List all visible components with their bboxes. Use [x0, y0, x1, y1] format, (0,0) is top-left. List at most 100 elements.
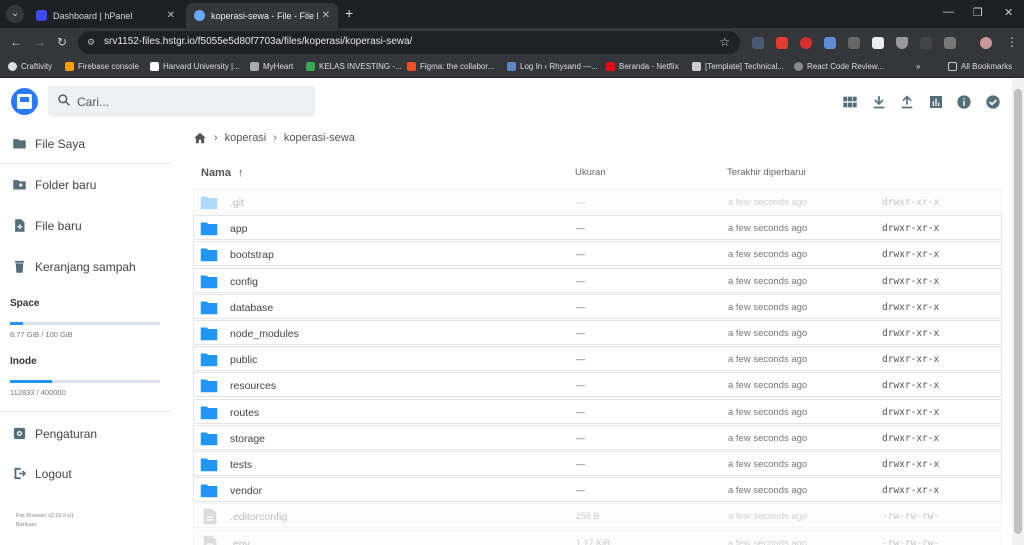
home-icon[interactable] — [193, 131, 207, 145]
forward-button[interactable]: → — [34, 35, 46, 49]
folder-icon — [200, 221, 218, 241]
shield-icon[interactable] — [896, 37, 908, 49]
grid-view-icon[interactable] — [842, 94, 858, 110]
file-name: bootstrap — [230, 249, 274, 262]
sidebar-divider — [0, 411, 172, 412]
site-info-icon[interactable]: ⚙ — [87, 37, 97, 47]
page-scrollbar[interactable] — [1012, 79, 1024, 545]
bookmark-item[interactable]: Log In ‹ Rhysand —... — [507, 62, 598, 71]
close-icon[interactable]: ✕ — [322, 10, 330, 21]
file-row[interactable]: resources — a few seconds ago drwxr-xr-x — [193, 372, 1002, 398]
file-row[interactable]: storage — a few seconds ago drwxr-xr-x — [193, 424, 1002, 450]
menu-kebab-icon[interactable]: ⋮ — [1006, 35, 1018, 49]
file-modified: a few seconds ago — [728, 380, 808, 392]
folder-icon — [200, 352, 218, 372]
bookmark-star-icon[interactable]: ☆ — [719, 35, 730, 49]
sidebar-item-new-file[interactable]: File baru — [12, 218, 82, 233]
sidebar-item-logout[interactable]: Logout — [12, 466, 72, 481]
bookmark-item[interactable]: Figma: the collabor... — [407, 62, 494, 71]
reload-button[interactable]: ↻ — [57, 35, 67, 49]
close-window-button[interactable]: ✕ — [1004, 6, 1013, 19]
breadcrumb-item[interactable]: koperasi — [225, 132, 267, 144]
file-size: — — [576, 301, 585, 312]
address-bar[interactable]: ⚙ srv1152-files.hstgr.io/f5055e5d80f7703… — [78, 31, 740, 54]
bookmark-item[interactable]: MyHeart — [250, 62, 293, 71]
logout-icon — [14, 467, 27, 480]
bookmark-item[interactable]: React Code Review... — [794, 62, 884, 71]
file-size: 258 B — [576, 511, 600, 522]
file-browser-logo-icon[interactable] — [11, 88, 38, 115]
bookmark-item[interactable]: Harvard University |... — [150, 62, 240, 71]
file-permissions: drwxr-xr-x — [882, 485, 940, 497]
scrollbar-thumb[interactable] — [1014, 89, 1022, 534]
column-header-size[interactable]: Ukuran — [575, 167, 606, 178]
file-row[interactable]: vendor — a few seconds ago drwxr-xr-x — [193, 477, 1002, 503]
extension-icon[interactable] — [848, 37, 860, 49]
sidebar-item-new-folder[interactable]: Folder baru — [12, 177, 96, 192]
disk-usage-icon[interactable] — [928, 94, 944, 110]
file-row[interactable]: node_modules — a few seconds ago drwxr-xr-x — [193, 320, 1002, 345]
bookmark-item[interactable]: KELAS INVESTING -... — [306, 62, 402, 71]
select-check-icon[interactable] — [985, 94, 1001, 110]
file-row[interactable]: config — a few seconds ago drwxr-xr-x — [193, 267, 1002, 293]
avatar[interactable] — [980, 37, 992, 49]
file-row[interactable]: routes — a few seconds ago drwxr-xr-x — [193, 398, 1002, 424]
sidebar-item-label: Folder baru — [35, 177, 97, 192]
tab-file-browser[interactable]: koperasi-sewa - File - File Brows ✕ — [186, 3, 338, 28]
bookmark-favicon-icon — [8, 62, 17, 71]
file-size: — — [576, 223, 585, 234]
bookmarks-overflow-button[interactable]: » — [916, 62, 920, 71]
file-row[interactable]: .git — a few seconds ago drwxr-xr-x — [193, 189, 1002, 214]
extension-icon[interactable] — [824, 37, 836, 49]
bookmark-item[interactable]: Firebase console — [65, 62, 139, 71]
sidebar-item-my-files[interactable]: File Saya — [12, 136, 85, 151]
download-icon[interactable] — [871, 94, 887, 110]
column-header-modified[interactable]: Terakhir diperbarui — [727, 167, 806, 178]
extension-icon[interactable] — [800, 37, 812, 49]
list-header: Nama ↑ Ukuran Terakhir diperbarui — [193, 159, 1002, 187]
upload-icon[interactable] — [899, 94, 915, 110]
help-link[interactable]: Bantuan — [16, 522, 37, 528]
puzzle-icon[interactable] — [944, 37, 956, 49]
file-row[interactable]: bootstrap — a few seconds ago drwxr-xr-x — [193, 241, 1002, 267]
bookmark-label: KELAS INVESTING -... — [319, 62, 402, 71]
file-row[interactable]: .editorconfig 258 B a few seconds ago -rw-r… — [193, 503, 1002, 529]
version-link[interactable]: File Browser v2.26.0-h1 — [16, 513, 74, 519]
extension-icon[interactable] — [920, 37, 932, 49]
back-button[interactable]: ← — [10, 35, 22, 49]
file-permissions: -rw-rw-rw- — [882, 537, 940, 545]
file-name: .env — [230, 537, 250, 545]
inode-value: 112833 / 400000 — [10, 388, 66, 397]
bookmark-label: Log In ‹ Rhysand —... — [520, 62, 598, 71]
tab-search-button[interactable]: ⌄ — [6, 5, 24, 23]
bookmark-item[interactable]: Beranda - Netflix — [606, 62, 679, 71]
file-size: — — [576, 406, 585, 417]
extension-icon[interactable] — [872, 37, 884, 49]
close-icon[interactable]: ✕ — [167, 10, 175, 21]
new-tab-button[interactable]: + — [345, 5, 353, 21]
maximize-button[interactable]: ❐ — [973, 6, 983, 19]
tab-hpanel[interactable]: Dashboard | hPanel ✕ — [28, 3, 183, 28]
sidebar-item-trash[interactable]: Keranjang sampah — [12, 259, 136, 274]
info-icon[interactable] — [956, 94, 972, 110]
file-row[interactable]: public — a few seconds ago drwxr-xr-x — [193, 346, 1002, 372]
file-permissions: drwxr-xr-x — [882, 354, 940, 366]
file-row[interactable]: database — a few seconds ago drwxr-xr-x — [193, 293, 1002, 319]
column-header-name[interactable]: Nama ↑ — [201, 167, 244, 179]
file-size: — — [576, 275, 585, 286]
bookmark-label: React Code Review... — [807, 62, 884, 71]
all-bookmarks-button[interactable]: All Bookmarks — [948, 62, 1012, 71]
minimize-button[interactable]: — — [943, 6, 954, 18]
search-box[interactable]: Cari... — [48, 86, 315, 117]
bookmark-item[interactable]: [Template] Technical... — [692, 62, 784, 71]
sidebar-item-settings[interactable]: Pengaturan — [12, 426, 97, 441]
extension-icon[interactable] — [752, 37, 764, 49]
file-row[interactable]: app — a few seconds ago drwxr-xr-x — [193, 215, 1002, 241]
search-input[interactable]: Cari... — [77, 95, 109, 109]
extension-icon[interactable] — [776, 37, 788, 49]
file-row[interactable]: .env 1.17 KiB a few seconds ago -rw-rw-rw- — [193, 529, 1002, 545]
bookmark-favicon-icon — [150, 62, 159, 71]
bookmark-item[interactable]: Craftivity — [8, 62, 52, 71]
file-row[interactable]: tests — a few seconds ago drwxr-xr-x — [193, 451, 1002, 476]
breadcrumb-item[interactable]: koperasi-sewa — [284, 132, 355, 144]
